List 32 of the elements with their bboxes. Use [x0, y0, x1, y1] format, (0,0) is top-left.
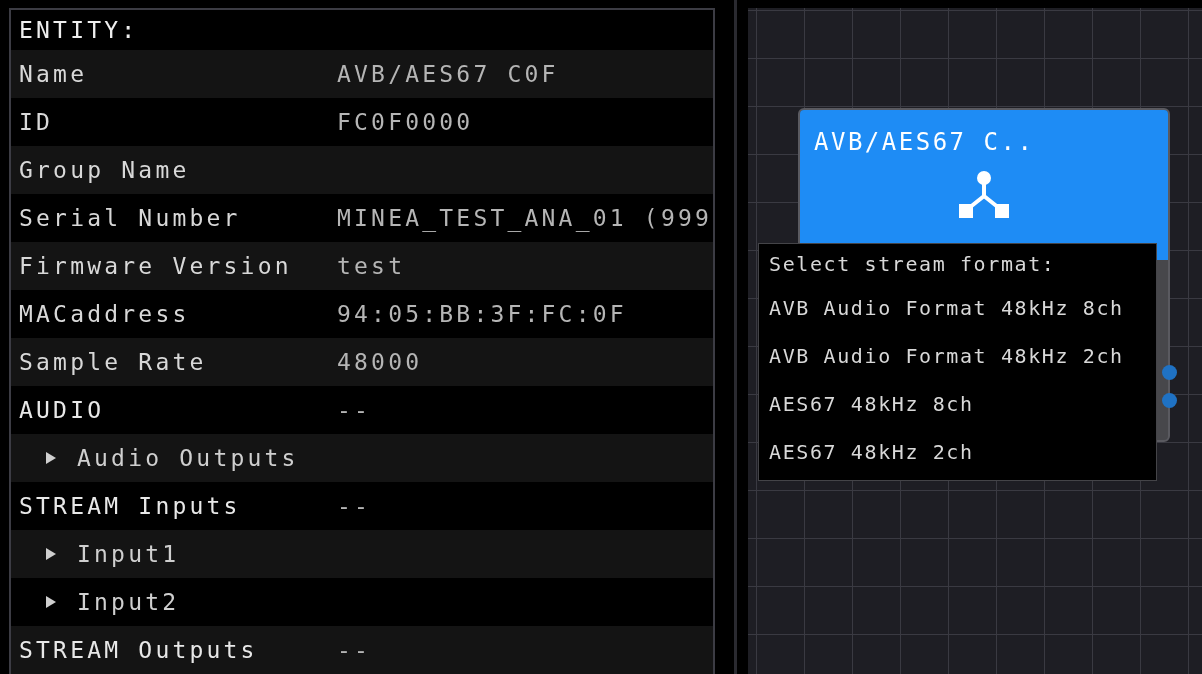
property-value: MINEA_TEST_ANA_01 (999	[337, 203, 713, 234]
property-value: --	[337, 491, 372, 521]
property-label: STREAM Outputs	[19, 635, 259, 665]
property-label: Serial Number	[19, 203, 242, 233]
node-title: AVB/AES67 C..	[814, 127, 1035, 158]
menu-title: Select stream format:	[769, 251, 1057, 278]
property-value: test	[337, 251, 406, 281]
property-value: --	[337, 635, 372, 665]
expand-triangle-icon[interactable]	[45, 547, 57, 561]
property-value: FC0F0000	[337, 107, 474, 137]
menu-item[interactable]: AES67 48kHz 2ch	[769, 428, 1156, 476]
expand-triangle-icon[interactable]	[45, 451, 57, 465]
split-network-icon	[959, 170, 1009, 218]
tree-item[interactable]: Input1	[77, 536, 180, 572]
property-label: ID	[19, 107, 55, 137]
property-label: MACaddress	[19, 299, 191, 329]
property-label: Name	[19, 59, 89, 89]
property-label: AUDIO	[19, 395, 106, 425]
property-label: Firmware Version	[19, 251, 293, 281]
menu-item[interactable]: AVB Audio Format 48kHz 2ch	[769, 332, 1156, 380]
property-value: 48000	[337, 347, 423, 377]
property-label: Group Name	[19, 155, 191, 185]
property-value: --	[337, 395, 372, 425]
menu-item[interactable]: AES67 48kHz 8ch	[769, 380, 1156, 428]
tree-item[interactable]: Input2	[77, 584, 180, 620]
property-label: STREAM Inputs	[19, 491, 242, 521]
property-value: AVB/AES67 C0F	[337, 59, 559, 89]
menu-item[interactable]: AVB Audio Format 48kHz 8ch	[769, 284, 1156, 332]
property-label: Sample Rate	[19, 347, 208, 377]
property-value: 94:05:BB:3F:FC:0F	[337, 299, 627, 329]
expand-triangle-icon[interactable]	[45, 595, 57, 609]
panel-title: ENTITY:	[19, 15, 139, 45]
